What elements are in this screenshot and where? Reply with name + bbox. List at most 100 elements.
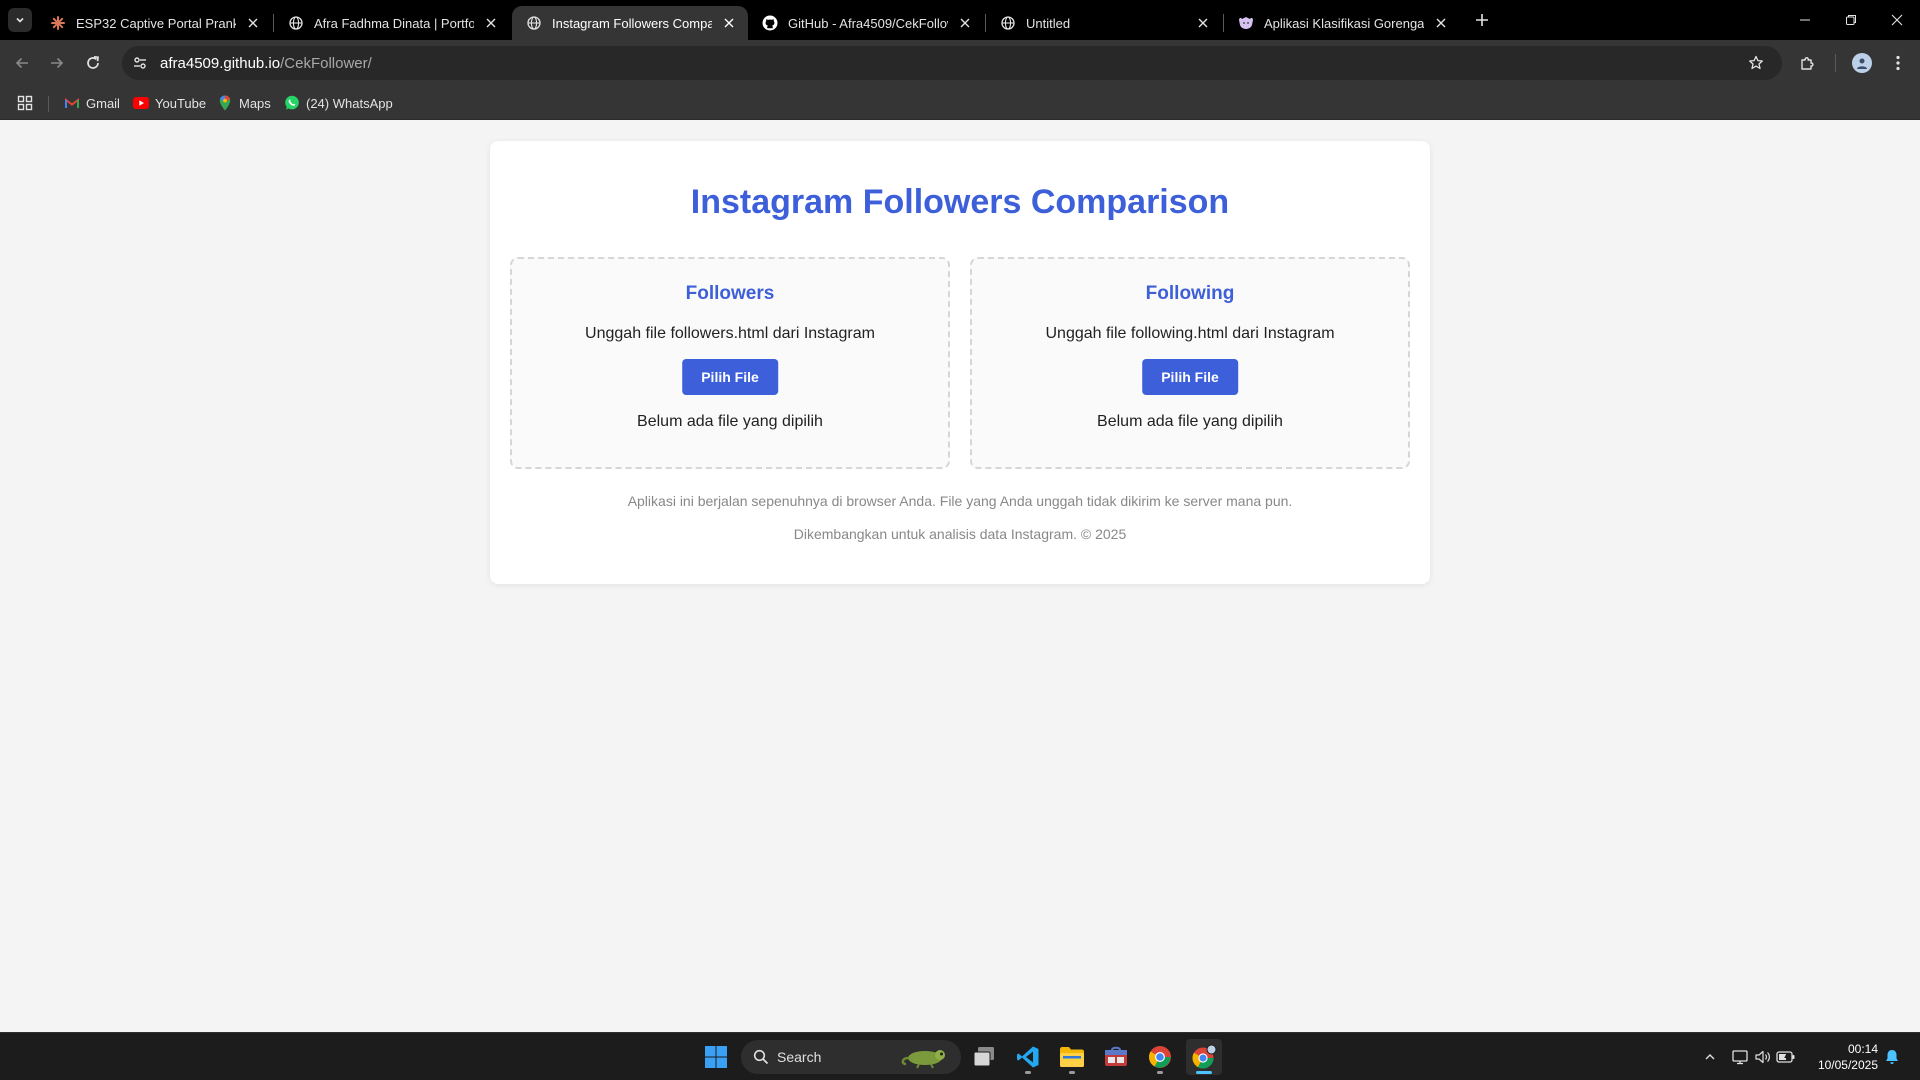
close-icon[interactable] — [956, 14, 974, 32]
tab-strip: ESP32 Captive Portal Prank - Cl Afra Fad… — [0, 0, 1920, 40]
tab-title: GitHub - Afra4509/CekFollower — [788, 15, 948, 31]
address-bar[interactable]: afra4509.github.io/CekFollower/ — [122, 46, 1782, 80]
toolbar-divider — [1835, 54, 1836, 72]
following-instruction: Unggah file following.html dari Instagra… — [1045, 325, 1335, 342]
tab-github-cekfollower[interactable]: GitHub - Afra4509/CekFollower — [748, 6, 984, 40]
bookmark-whatsapp[interactable]: (24) WhatsApp — [284, 93, 393, 113]
tab-title: Untitled — [1026, 15, 1071, 31]
copyright-footer: Dikembangkan untuk analisis data Instagr… — [793, 526, 1127, 542]
close-icon[interactable] — [1194, 14, 1212, 32]
puzzle-icon — [1801, 57, 1814, 70]
running-indicator — [1157, 1071, 1163, 1074]
globe-icon — [288, 15, 304, 31]
close-icon[interactable] — [720, 14, 738, 32]
chameleon-highlight-icon — [901, 1050, 945, 1069]
bookmark-youtube[interactable]: YouTube — [133, 93, 206, 113]
privacy-note: Aplikasi ini berjalan sepenuhnya di brow… — [627, 493, 1293, 509]
kebab-menu-icon — [1896, 55, 1900, 71]
running-indicator — [1069, 1071, 1075, 1074]
back-button[interactable] — [8, 49, 36, 77]
network-status-button[interactable] — [1731, 1047, 1751, 1067]
close-icon[interactable] — [1432, 14, 1450, 32]
followers-instruction: Unggah file followers.html dari Instagra… — [585, 325, 875, 342]
close-icon[interactable] — [482, 14, 500, 32]
followers-heading: Followers — [685, 283, 775, 304]
youtube-icon — [133, 95, 149, 111]
bookmark-label: Maps — [239, 95, 271, 111]
tab-esp32-captive-portal[interactable]: ESP32 Captive Portal Prank - Cl — [36, 6, 272, 40]
clock-date: 10/05/2025 — [1817, 1058, 1878, 1072]
profile-button[interactable] — [1848, 49, 1876, 77]
task-view-button[interactable] — [966, 1039, 1002, 1075]
reload-button[interactable] — [79, 49, 107, 77]
folder-icon — [1060, 1047, 1084, 1067]
bell-icon — [1886, 1050, 1898, 1064]
restore-icon — [1846, 15, 1856, 25]
person-icon — [1857, 58, 1867, 69]
taskbar-app-chrome[interactable] — [1142, 1039, 1178, 1075]
volume-button[interactable] — [1753, 1047, 1773, 1067]
followers-upload-box[interactable]: Followers Unggah file followers.html dar… — [510, 257, 950, 469]
page-viewport: Instagram Followers Comparison Followers… — [0, 121, 1920, 1032]
reload-icon — [87, 55, 99, 69]
minimize-button[interactable] — [1782, 0, 1828, 40]
following-upload-box[interactable]: Following Unggah file following.html dar… — [970, 257, 1410, 469]
vscode-icon — [1017, 1046, 1039, 1068]
speaker-icon — [1755, 1050, 1770, 1064]
followers-choose-file-button[interactable]: Pilih File — [682, 359, 778, 395]
new-tab-button[interactable] — [1470, 8, 1494, 32]
battery-button[interactable] — [1776, 1047, 1796, 1067]
page-title: Instagram Followers Comparison — [690, 183, 1230, 221]
store-icon — [1105, 1046, 1127, 1066]
minimize-icon — [1800, 19, 1810, 21]
restore-button[interactable] — [1828, 0, 1874, 40]
windows-logo-icon — [705, 1046, 727, 1068]
extensions-button[interactable] — [1794, 49, 1822, 77]
search-icon — [753, 1049, 769, 1065]
taskbar-app-file-explorer[interactable] — [1054, 1039, 1090, 1075]
bookmark-gmail[interactable]: Gmail — [64, 93, 120, 113]
notifications-button[interactable] — [1882, 1047, 1902, 1067]
chrome-icon — [1149, 1046, 1171, 1068]
tab-title: Afra Fadhma Dinata | Portfolio — [314, 15, 474, 31]
tab-title: ESP32 Captive Portal Prank - Cl — [76, 15, 236, 31]
start-button[interactable] — [698, 1039, 734, 1075]
network-icon — [1732, 1050, 1748, 1065]
url-path: /CekFollower/ — [280, 54, 372, 72]
taskbar-app-settings-gallery[interactable] — [1098, 1039, 1134, 1075]
gmail-icon — [64, 95, 80, 111]
taskbar-search-box[interactable]: Search — [741, 1040, 961, 1074]
battery-icon — [1776, 1051, 1795, 1063]
tab-portfolio[interactable]: Afra Fadhma Dinata | Portfolio — [274, 6, 510, 40]
bookmark-label: YouTube — [155, 95, 207, 111]
apps-button[interactable] — [16, 94, 34, 112]
taskbar-clock[interactable]: 00:14 10/05/2025 — [1800, 1041, 1878, 1073]
tab-search-button[interactable] — [8, 8, 32, 32]
taskbar-app-vscode[interactable] — [1010, 1039, 1046, 1075]
bookmark-maps[interactable]: Maps — [217, 93, 271, 113]
site-info-button[interactable] — [126, 49, 154, 77]
following-choose-file-button[interactable]: Pilih File — [1142, 359, 1238, 395]
close-window-button[interactable] — [1874, 0, 1920, 40]
tab-untitled[interactable]: Untitled — [986, 6, 1222, 40]
star-icon — [1749, 55, 1763, 70]
bookmarks-bar: Gmail YouTube Maps (24) WhatsApp — [0, 86, 1920, 120]
github-icon — [762, 15, 778, 31]
show-hidden-icons-button[interactable] — [1700, 1047, 1720, 1067]
avatar — [1852, 53, 1872, 73]
windows-taskbar: Search 00:14 10/05/2025 — [0, 1032, 1920, 1080]
tab-klasifikasi-gorengan[interactable]: Aplikasi Klasifikasi Gorengan · S — [1224, 6, 1460, 40]
close-icon[interactable] — [244, 14, 262, 32]
bookmark-star-button[interactable] — [1744, 51, 1768, 75]
maps-icon — [217, 95, 233, 111]
browser-menu-button[interactable] — [1884, 49, 1912, 77]
following-file-status: Belum ada file yang dipilih — [1097, 413, 1283, 430]
arrow-left-icon — [15, 57, 28, 69]
globe-icon — [526, 15, 542, 31]
taskbar-app-chrome-profile[interactable] — [1186, 1039, 1222, 1075]
running-indicator — [1025, 1071, 1031, 1074]
forward-button[interactable] — [43, 49, 71, 77]
chrome-profile-icon — [1192, 1044, 1217, 1069]
arrow-right-icon — [51, 57, 64, 69]
tab-instagram-followers-comparison[interactable]: Instagram Followers Compariso — [512, 6, 748, 40]
